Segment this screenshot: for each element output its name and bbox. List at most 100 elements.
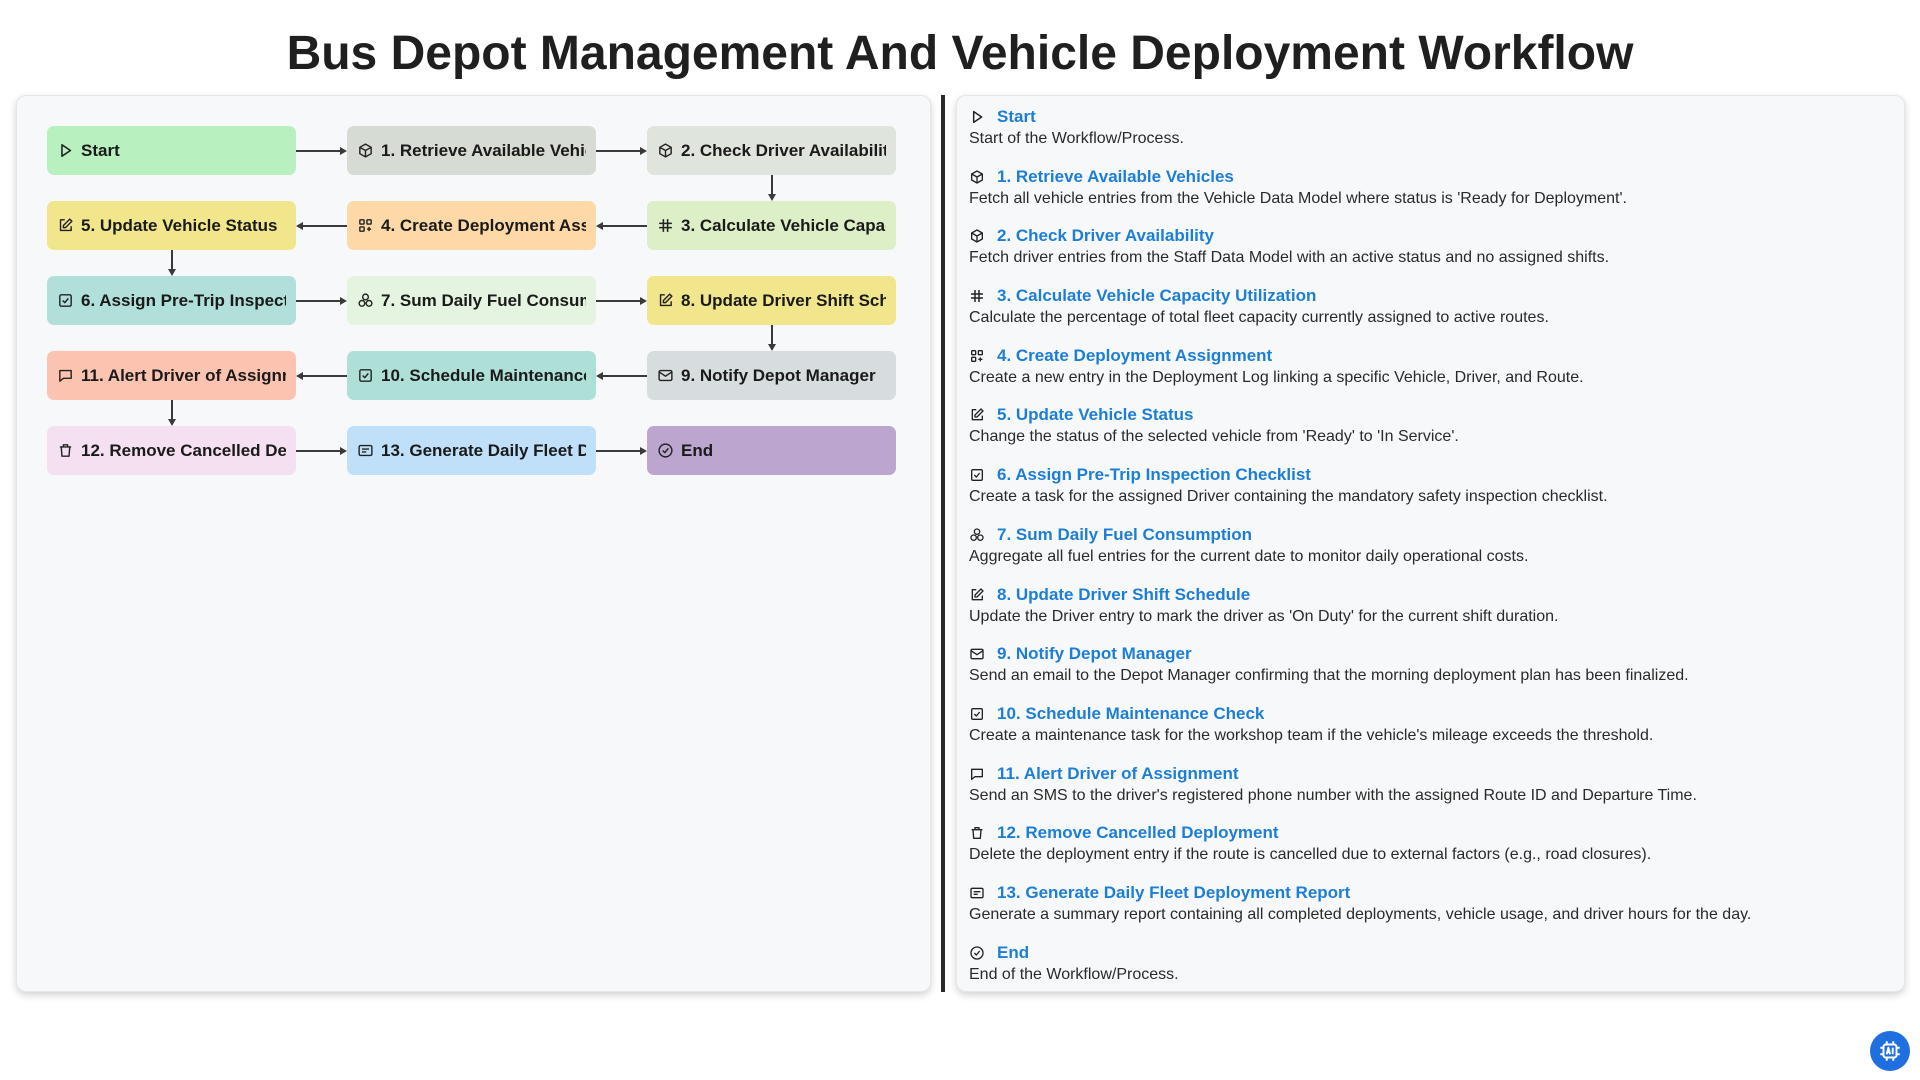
description-title[interactable]: 1. Retrieve Available Vehicles bbox=[997, 167, 1234, 187]
connector-12-to-13 bbox=[296, 450, 340, 452]
description-title[interactable]: 6. Assign Pre-Trip Inspection Checklist bbox=[997, 465, 1311, 485]
checkbox-icon bbox=[969, 467, 985, 483]
description-title[interactable]: 3. Calculate Vehicle Capacity Utilizatio… bbox=[997, 286, 1316, 306]
node-remove-cancelled[interactable]: 12. Remove Cancelled Deployment bbox=[47, 426, 296, 475]
description-text: Generate a summary report containing all… bbox=[969, 905, 1752, 923]
connector-9-to-10 bbox=[603, 375, 647, 377]
description-item-10: 10. Schedule Maintenance Check Create a … bbox=[969, 703, 1889, 763]
description-text: Change the status of the selected vehicl… bbox=[969, 428, 1459, 446]
description-item-5: 5. Update Vehicle Status Change the stat… bbox=[969, 404, 1889, 464]
description-title[interactable]: End bbox=[997, 943, 1029, 963]
edit-icon bbox=[57, 217, 74, 234]
description-title[interactable]: 10. Schedule Maintenance Check bbox=[997, 704, 1264, 724]
arrowhead bbox=[168, 269, 176, 276]
edit-icon bbox=[969, 587, 985, 603]
connector-13-to-end bbox=[596, 450, 640, 452]
description-text: Aggregate all fuel entries for the curre… bbox=[969, 547, 1529, 565]
ai-chip-icon bbox=[1877, 1038, 1903, 1064]
node-calculate-capacity[interactable]: 3. Calculate Vehicle Capacity Utilizatio… bbox=[647, 201, 896, 250]
cube-icon bbox=[657, 142, 674, 159]
node-end[interactable]: End bbox=[647, 426, 896, 475]
description-item-end: End End of the Workflow/Process. bbox=[969, 942, 1889, 1002]
connector-2-to-3 bbox=[771, 175, 773, 194]
description-title[interactable]: 8. Update Driver Shift Schedule bbox=[997, 585, 1250, 605]
arrowhead bbox=[768, 344, 776, 351]
arrowhead bbox=[340, 147, 347, 155]
node-update-vehicle-status[interactable]: 5. Update Vehicle Status bbox=[47, 201, 296, 250]
connector-11-to-12 bbox=[171, 400, 173, 419]
description-text: Send an SMS to the driver's registered p… bbox=[969, 786, 1697, 804]
connector-start-to-1 bbox=[296, 150, 340, 152]
connector-5-to-6 bbox=[171, 250, 173, 269]
checkbox-icon bbox=[357, 367, 374, 384]
connector-8-to-9 bbox=[771, 325, 773, 344]
node-schedule-maintenance[interactable]: 10. Schedule Maintenance Check bbox=[347, 351, 596, 400]
node-label: End bbox=[681, 440, 714, 460]
node-generate-report[interactable]: 13. Generate Daily Fleet Deployment Repo… bbox=[347, 426, 596, 475]
description-text: Update the Driver entry to mark the driv… bbox=[969, 607, 1559, 625]
arrowhead bbox=[640, 447, 647, 455]
node-check-driver[interactable]: 2. Check Driver Availability bbox=[647, 126, 896, 175]
node-label: 11. Alert Driver of Assignment bbox=[81, 365, 286, 385]
description-item-12: 12. Remove Cancelled Deployment Delete t… bbox=[969, 822, 1889, 882]
node-label: 8. Update Driver Shift Schedule bbox=[681, 290, 886, 310]
node-sum-fuel[interactable]: 7. Sum Daily Fuel Consumption bbox=[347, 276, 596, 325]
description-text: Calculate the percentage of total fleet … bbox=[969, 309, 1549, 327]
node-start[interactable]: Start bbox=[47, 126, 296, 175]
description-title[interactable]: 2. Check Driver Availability bbox=[997, 226, 1214, 246]
ai-badge-button[interactable] bbox=[1870, 1031, 1910, 1071]
arrowhead bbox=[640, 297, 647, 305]
description-item-start: Start Start of the Workflow/Process. bbox=[969, 106, 1889, 166]
flow-diagram-panel: Start 1. Retrieve Available Vehicles 2. … bbox=[16, 95, 931, 992]
node-label: 4. Create Deployment Assignment bbox=[381, 215, 586, 235]
description-item-13: 13. Generate Daily Fleet Deployment Repo… bbox=[969, 882, 1889, 942]
description-title[interactable]: 13. Generate Daily Fleet Deployment Repo… bbox=[997, 883, 1350, 903]
description-text: End of the Workflow/Process. bbox=[969, 965, 1179, 983]
description-item-2: 2. Check Driver Availability Fetch drive… bbox=[969, 225, 1889, 285]
mail-icon bbox=[969, 646, 985, 662]
check-circle-icon bbox=[657, 442, 674, 459]
description-title[interactable]: 12. Remove Cancelled Deployment bbox=[997, 823, 1279, 843]
arrowhead bbox=[768, 194, 776, 201]
circles-icon bbox=[357, 292, 374, 309]
step-descriptions-panel: Start Start of the Workflow/Process. 1. … bbox=[956, 95, 1905, 992]
cube-icon bbox=[357, 142, 374, 159]
connector-1-to-2 bbox=[596, 150, 640, 152]
description-title[interactable]: 5. Update Vehicle Status bbox=[997, 405, 1194, 425]
arrowhead bbox=[296, 222, 303, 230]
description-title[interactable]: 11. Alert Driver of Assignment bbox=[997, 764, 1239, 784]
arrowhead bbox=[340, 447, 347, 455]
description-title[interactable]: 4. Create Deployment Assignment bbox=[997, 346, 1272, 366]
page-title: Bus Depot Management And Vehicle Deploym… bbox=[286, 27, 1634, 80]
edit-icon bbox=[657, 292, 674, 309]
description-item-1: 1. Retrieve Available Vehicles Fetch all… bbox=[969, 166, 1889, 226]
node-alert-driver[interactable]: 11. Alert Driver of Assignment bbox=[47, 351, 296, 400]
description-title[interactable]: 9. Notify Depot Manager bbox=[997, 644, 1192, 664]
description-list: Start Start of the Workflow/Process. 1. … bbox=[969, 106, 1889, 1001]
node-update-shift[interactable]: 8. Update Driver Shift Schedule bbox=[647, 276, 896, 325]
description-title[interactable]: 7. Sum Daily Fuel Consumption bbox=[997, 525, 1252, 545]
node-label: 1. Retrieve Available Vehicles bbox=[381, 140, 586, 160]
node-retrieve-vehicles[interactable]: 1. Retrieve Available Vehicles bbox=[347, 126, 596, 175]
description-text: Fetch all vehicle entries from the Vehic… bbox=[969, 189, 1627, 207]
hash-icon bbox=[657, 217, 674, 234]
description-text: Start of the Workflow/Process. bbox=[969, 130, 1184, 147]
description-text: Create a maintenance task for the worksh… bbox=[969, 726, 1654, 744]
connector-10-to-11 bbox=[303, 375, 347, 377]
node-label: 12. Remove Cancelled Deployment bbox=[81, 440, 286, 460]
arrowhead bbox=[296, 372, 303, 380]
node-assign-checklist[interactable]: 6. Assign Pre-Trip Inspection Checklist bbox=[47, 276, 296, 325]
arrowhead bbox=[596, 372, 603, 380]
connector-6-to-7 bbox=[296, 300, 340, 302]
panel-divider[interactable] bbox=[941, 95, 945, 992]
description-item-9: 9. Notify Depot Manager Send an email to… bbox=[969, 643, 1889, 703]
node-label: 10. Schedule Maintenance Check bbox=[381, 365, 586, 385]
node-label: 6. Assign Pre-Trip Inspection Checklist bbox=[81, 290, 286, 310]
report-icon bbox=[969, 885, 985, 901]
trash-icon bbox=[57, 442, 74, 459]
description-title[interactable]: Start bbox=[997, 107, 1036, 127]
description-item-8: 8. Update Driver Shift Schedule Update t… bbox=[969, 584, 1889, 644]
node-notify-manager[interactable]: 9. Notify Depot Manager bbox=[647, 351, 896, 400]
grid-plus-icon bbox=[969, 348, 985, 364]
node-create-deployment[interactable]: 4. Create Deployment Assignment bbox=[347, 201, 596, 250]
